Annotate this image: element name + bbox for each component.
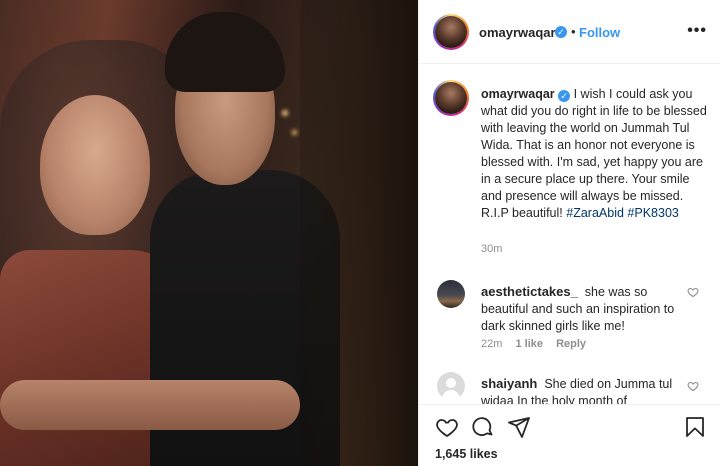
caption-text: omayrwaqar ✓ I wish I could ask you what… xyxy=(481,86,707,222)
comment-meta: 22m 1 like Reply xyxy=(481,338,596,350)
likes-count[interactable]: 1,645 likes xyxy=(435,447,498,461)
hashtag-link[interactable]: #PK8303 xyxy=(627,206,678,220)
verified-badge-icon: ✓ xyxy=(558,90,571,102)
heart-icon[interactable] xyxy=(435,415,459,439)
commenter-avatar[interactable] xyxy=(437,280,465,308)
header-username[interactable]: omayrwaqar xyxy=(479,25,556,40)
more-options-icon[interactable]: ••• xyxy=(687,22,707,40)
photo-shadow xyxy=(300,0,418,466)
post-actions-bar: 1,645 likes xyxy=(419,404,720,466)
commenter-avatar[interactable] xyxy=(437,372,465,400)
reply-button[interactable]: Reply xyxy=(556,338,586,350)
share-icon[interactable] xyxy=(507,415,531,439)
follow-button[interactable]: Follow xyxy=(579,25,620,40)
hashtag-link[interactable]: #ZaraAbid xyxy=(566,206,624,220)
comment-text: aesthetictakes_ she was so beautiful and… xyxy=(481,283,681,335)
comment-username[interactable]: shaiyanh xyxy=(481,376,537,391)
comment-like-icon[interactable] xyxy=(687,380,699,392)
post-photo[interactable] xyxy=(0,0,418,466)
post-header: omayrwaqar ✓ • Follow ••• xyxy=(419,0,720,64)
caption-body: I wish I could ask you what did you do r… xyxy=(481,87,707,220)
avatar[interactable] xyxy=(433,14,469,50)
bookmark-icon[interactable] xyxy=(683,415,707,439)
comment-likes[interactable]: 1 like xyxy=(515,338,543,350)
separator-dot: • xyxy=(571,24,576,39)
woman-face xyxy=(40,95,150,235)
comment-like-icon[interactable] xyxy=(687,286,699,298)
light-glow xyxy=(292,130,297,135)
caption-username[interactable]: omayrwaqar xyxy=(481,87,555,101)
comment-icon[interactable] xyxy=(471,415,495,439)
comment: shaiyanh She died on Jumma tul widaa In … xyxy=(419,372,720,404)
comment-text: shaiyanh She died on Jumma tul widaa In … xyxy=(481,375,681,404)
post-side-panel: omayrwaqar ✓ • Follow ••• omayrwaqar ✓ I… xyxy=(418,0,720,466)
comment-timestamp[interactable]: 22m xyxy=(481,338,502,350)
verified-badge-icon: ✓ xyxy=(555,26,567,38)
comment-username[interactable]: aesthetictakes_ xyxy=(481,284,578,299)
caption-avatar[interactable] xyxy=(433,80,469,116)
arm xyxy=(0,380,300,430)
light-glow xyxy=(282,110,288,116)
caption-timestamp[interactable]: 30m xyxy=(481,243,502,255)
